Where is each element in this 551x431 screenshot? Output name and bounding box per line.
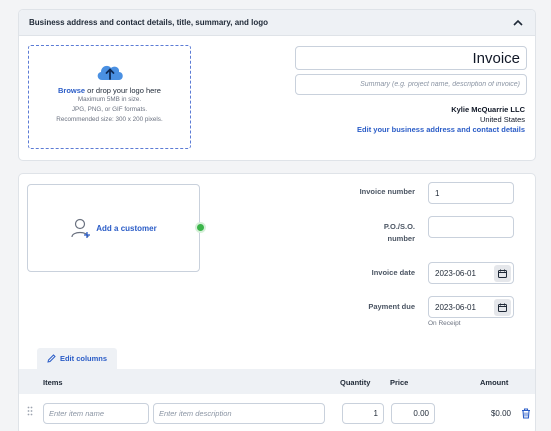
add-customer-button[interactable]: Add a customer — [27, 184, 200, 272]
business-details-card: Business address and contact details, ti… — [18, 9, 536, 161]
summary-input[interactable] — [295, 74, 527, 95]
cloud-upload-icon — [97, 65, 123, 80]
payment-due-note: On Receipt — [428, 320, 461, 327]
edit-business-details-link[interactable]: Edit your business address and contact d… — [357, 125, 525, 135]
edit-columns-button[interactable]: Edit columns — [37, 348, 117, 369]
invoice-number-input[interactable]: 1 — [428, 182, 514, 204]
po-label-line1: P.O./S.O. — [383, 222, 415, 231]
add-customer-label: Add a customer — [96, 223, 157, 233]
pencil-icon — [47, 354, 56, 363]
payment-due-label: Payment due — [368, 302, 415, 311]
add-user-icon — [71, 218, 91, 238]
po-label-line2: number — [387, 234, 415, 243]
invoice-number-label: Invoice number — [359, 187, 415, 196]
browse-link[interactable]: Browse — [58, 86, 85, 95]
logo-recommended-size: Recommended size: 300 x 200 pixels. — [56, 116, 163, 123]
business-info: Kylie McQuarrie LLC United States Edit y… — [357, 105, 525, 135]
business-country: United States — [479, 115, 525, 124]
item-amount: $0.00 — [490, 409, 511, 418]
col-amount: Amount — [480, 378, 509, 387]
payment-due-value: 2023-06-01 — [435, 302, 476, 312]
logo-max-size: Maximum 5MB in size. — [77, 96, 142, 103]
col-quantity: Quantity — [340, 378, 371, 387]
logo-dropzone[interactable]: Browse or drop your logo here Maximum 5M… — [28, 45, 191, 149]
po-number-input[interactable] — [428, 216, 514, 238]
business-name: Kylie McQuarrie LLC — [451, 105, 525, 114]
items-table-header: Items Quantity Price Amount — [19, 369, 535, 394]
invoice-body-card: Add a customer Invoice number 1 P.O./S.O… — [18, 173, 536, 431]
drag-handle-icon[interactable] — [27, 406, 33, 416]
status-dot — [195, 222, 206, 233]
chevron-up-icon[interactable] — [511, 16, 525, 30]
invoice-date-value: 2023-06-01 — [435, 268, 476, 278]
payment-due-input[interactable]: 2023-06-01 — [428, 296, 514, 318]
edit-columns-label: Edit columns — [59, 354, 108, 363]
col-price: Price — [390, 378, 409, 387]
calendar-icon[interactable] — [494, 298, 511, 316]
invoice-date-input[interactable]: 2023-06-01 — [428, 262, 514, 284]
business-details-title: Business address and contact details, ti… — [29, 18, 269, 27]
trash-icon[interactable] — [521, 408, 531, 419]
invoice-date-label: Invoice date — [371, 268, 415, 277]
item-description-input[interactable] — [153, 403, 325, 424]
logo-formats: JPG, PNG, or GIF formats. — [71, 106, 148, 113]
col-items: Items — [43, 378, 63, 387]
item-name-input[interactable] — [43, 403, 149, 424]
item-price-input[interactable]: 0.00 — [391, 403, 435, 424]
item-quantity-input[interactable]: 1 — [342, 403, 384, 424]
table-row: 1 0.00 $0.00 — [19, 394, 535, 431]
po-number-label: P.O./S.O. number — [305, 221, 415, 245]
invoice-title-input[interactable] — [295, 46, 527, 70]
business-details-header[interactable]: Business address and contact details, ti… — [19, 10, 535, 36]
calendar-icon[interactable] — [494, 264, 511, 282]
logo-drop-text: Browse or drop your logo here — [29, 86, 190, 95]
drop-instruction: or drop your logo here — [85, 86, 161, 95]
